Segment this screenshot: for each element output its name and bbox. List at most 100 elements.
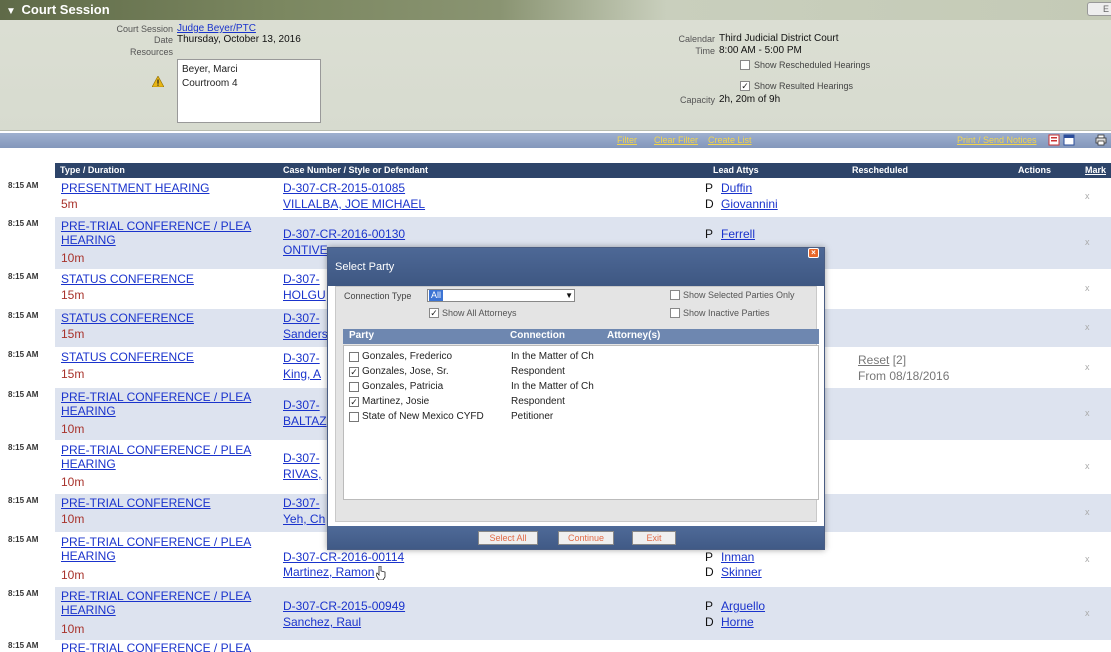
exit-dialog-button[interactable]: Exit [632, 531, 676, 545]
remove-row-icon[interactable]: x [1085, 322, 1090, 332]
hearing-type-link[interactable]: STATUS CONFERENCE [61, 311, 266, 325]
hearing-type-link[interactable]: PRESENTMENT HEARING [61, 181, 266, 195]
atty-name-link[interactable]: Skinner [721, 565, 762, 579]
hearing-type-link[interactable]: PRE-TRIAL CONFERENCE / PLEA HEARING [61, 589, 266, 617]
defendant-link[interactable]: HOLGU [283, 287, 326, 303]
atty-name-link[interactable]: Giovannini [721, 197, 778, 211]
remove-row-icon[interactable]: x [1085, 237, 1090, 247]
column-header-connection[interactable]: Connection [510, 330, 565, 341]
remove-row-icon[interactable]: x [1085, 608, 1090, 618]
remove-row-icon[interactable]: x [1085, 362, 1090, 372]
case-number-link[interactable]: D-307-CR-2015-01085 [283, 180, 405, 196]
calendar-icon[interactable] [1063, 134, 1075, 146]
select-all-button[interactable]: Select All [478, 531, 538, 545]
case-number-link[interactable]: D-307- [283, 350, 320, 366]
court-session-link[interactable]: Judge Beyer/PTC [177, 23, 256, 34]
remove-row-icon[interactable]: x [1085, 283, 1090, 293]
hearing-type-link[interactable]: PRE-TRIAL CONFERENCE / PLEA [61, 641, 266, 652]
defendant-link[interactable]: Yeh, Ch [283, 511, 325, 527]
remove-row-icon[interactable]: x [1085, 554, 1090, 564]
defendant-link[interactable]: Sanchez, Raul [283, 614, 361, 630]
case-number-link[interactable]: D-307-CR-2016-00114 [283, 549, 404, 565]
reset-link[interactable]: Reset [858, 353, 889, 367]
connection-type-select[interactable]: All ▼ [427, 289, 575, 302]
defendant-link[interactable]: King, A [283, 366, 321, 382]
close-icon[interactable]: × [808, 248, 819, 258]
show-rescheduled-checkbox[interactable] [740, 60, 750, 70]
create-list-link[interactable]: Create List [708, 135, 752, 145]
print-send-notices-link[interactable]: Print / Send Notices [957, 135, 1037, 145]
remove-row-icon[interactable]: x [1085, 191, 1090, 201]
defendant-link[interactable]: BALTAZ [283, 413, 327, 429]
defendant-link[interactable]: Martinez, Ramon [283, 564, 374, 580]
lead-atty-defense: D Skinner [705, 564, 762, 580]
party-row[interactable]: State of New Mexico CYFD Petitioner [349, 409, 809, 424]
case-number-link[interactable]: D-307- [283, 271, 320, 287]
column-header-case[interactable]: Case Number / Style or Defendant [283, 165, 428, 175]
defendant-link[interactable]: RIVAS, [283, 466, 321, 482]
continue-button[interactable]: Continue [558, 531, 614, 545]
remove-row-icon[interactable]: x [1085, 408, 1090, 418]
remove-row-icon[interactable]: x [1085, 461, 1090, 471]
column-header-party[interactable]: Party [349, 330, 374, 341]
case-number-link[interactable]: D-307- [283, 450, 320, 466]
dropdown-arrow-icon[interactable]: ▼ [565, 290, 573, 301]
column-header-mark[interactable]: Mark [1085, 165, 1106, 175]
party-row[interactable]: ✓ Gonzales, Jose, Sr. Respondent [349, 364, 809, 379]
lead-atty-defense: D Giovannini [705, 196, 778, 212]
party-row[interactable]: Gonzales, Patricia In the Matter of Ch [349, 379, 809, 394]
atty-name-link[interactable]: Arguello [721, 599, 765, 613]
party-checkbox[interactable] [349, 411, 359, 422]
column-header-attys[interactable]: Lead Attys [713, 165, 759, 175]
party-checkbox[interactable]: ✓ [349, 396, 359, 407]
show-resulted-checkbox[interactable]: ✓ [740, 81, 750, 91]
show-all-attorneys-checkbox[interactable]: ✓ [429, 308, 439, 318]
notice-icon[interactable] [1048, 134, 1060, 146]
case-number-link[interactable]: D-307-CR-2016-00130 [283, 226, 405, 242]
defendant-link[interactable]: ONTIVE [283, 242, 328, 258]
hearing-type-link[interactable]: PRE-TRIAL CONFERENCE / PLEA HEARING [61, 443, 266, 471]
show-rescheduled-toggle[interactable]: Show Rescheduled Hearings [740, 60, 870, 70]
show-all-attorneys-toggle[interactable]: ✓ Show All Attorneys [429, 308, 517, 318]
show-inactive-checkbox[interactable] [670, 308, 680, 318]
defendant-link[interactable]: VILLALBA, JOE MICHAEL [283, 196, 425, 212]
filter-link[interactable]: Filter [617, 135, 637, 145]
show-inactive-toggle[interactable]: Show Inactive Parties [670, 308, 770, 318]
atty-name-link[interactable]: Duffin [721, 181, 752, 195]
hearing-type-link[interactable]: PRE-TRIAL CONFERENCE / PLEA HEARING [61, 535, 266, 563]
column-header-actions[interactable]: Actions [1018, 165, 1051, 175]
printer-icon[interactable] [1095, 134, 1107, 146]
defendant-link[interactable]: Sanders [283, 326, 328, 342]
dialog-titlebar[interactable]: Select Party × [328, 248, 824, 286]
party-checkbox[interactable] [349, 381, 359, 392]
hearing-type-link[interactable]: STATUS CONFERENCE [61, 350, 266, 364]
atty-name-link[interactable]: Horne [721, 615, 754, 629]
party-checkbox[interactable] [349, 351, 359, 362]
atty-role: D [705, 615, 714, 629]
case-number-link[interactable]: D-307- [283, 310, 320, 326]
hearing-type-link[interactable]: PRE-TRIAL CONFERENCE / PLEA HEARING [61, 390, 266, 418]
case-number-link[interactable]: D-307-CR-2015-00949 [283, 598, 405, 614]
show-selected-only-toggle[interactable]: Show Selected Parties Only [670, 290, 795, 300]
party-row[interactable]: Gonzales, Frederico In the Matter of Ch [349, 349, 809, 364]
hearing-type-link[interactable]: PRE-TRIAL CONFERENCE [61, 496, 266, 510]
show-resulted-toggle[interactable]: ✓ Show Resulted Hearings [740, 81, 853, 91]
case-number-link[interactable]: D-307- [283, 495, 320, 511]
column-header-rescheduled[interactable]: Rescheduled [852, 165, 908, 175]
column-header-attorneys[interactable]: Attorney(s) [607, 330, 660, 341]
hearing-type-link[interactable]: PRE-TRIAL CONFERENCE / PLEA HEARING [61, 219, 266, 247]
column-header-type[interactable]: Type / Duration [60, 165, 125, 175]
collapse-arrow-icon[interactable]: ▼ [6, 6, 16, 17]
case-number-link[interactable]: D-307- [283, 397, 320, 413]
remove-row-icon[interactable]: x [1085, 507, 1090, 517]
exit-button[interactable]: E [1087, 2, 1111, 16]
clear-filter-link[interactable]: Clear Filter [654, 135, 698, 145]
hearing-type-link[interactable]: STATUS CONFERENCE [61, 272, 266, 286]
atty-name-link[interactable]: Ferrell [721, 227, 755, 241]
party-checkbox[interactable]: ✓ [349, 366, 359, 377]
show-selected-only-checkbox[interactable] [670, 290, 680, 300]
atty-name-link[interactable]: Inman [721, 550, 754, 564]
party-connection: In the Matter of Ch [511, 351, 594, 362]
party-row[interactable]: ✓ Martinez, Josie Respondent [349, 394, 809, 409]
resources-list[interactable]: Beyer, Marci Courtroom 4 [177, 59, 321, 123]
